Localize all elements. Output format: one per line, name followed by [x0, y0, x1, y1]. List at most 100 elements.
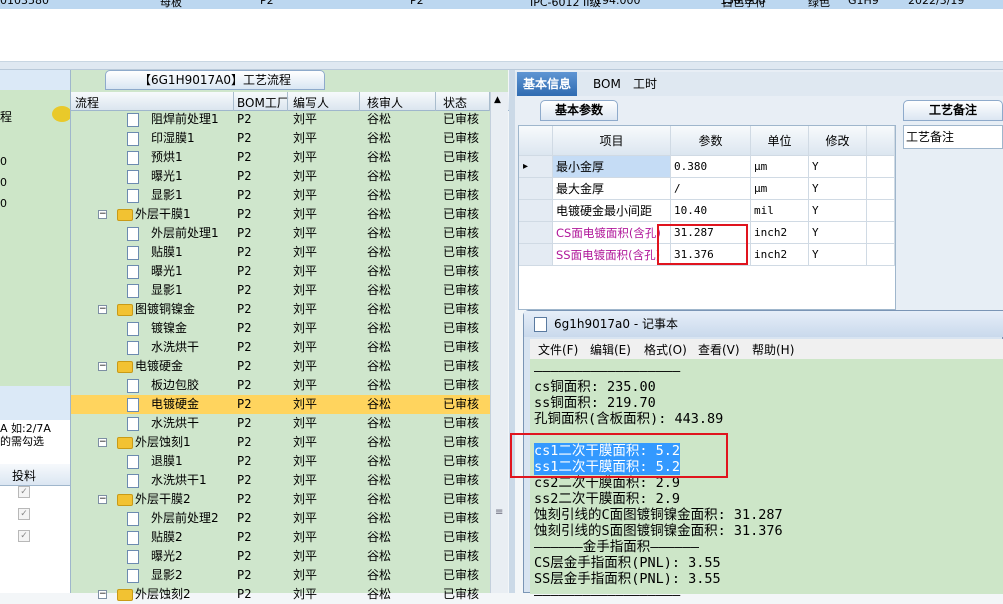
tree-status: 已审核	[443, 549, 480, 563]
param-unit[interactable]: μm	[751, 156, 809, 178]
tree-row[interactable]: 印湿膜1 P2 刘平 谷松 已审核	[71, 129, 491, 148]
col-item[interactable]: 项目	[553, 126, 671, 156]
grid-spacer-cell[interactable]	[867, 200, 895, 222]
tree-bom: P2	[237, 283, 252, 297]
tree-row[interactable]: − 外层干膜1 P2 刘平 谷松 已审核	[71, 205, 491, 224]
tree-row[interactable]: 曝光1 P2 刘平 谷松 已审核	[71, 167, 491, 186]
notepad-titlebar[interactable]: 6g1h9017a0 - 记事本	[524, 311, 1003, 337]
tab-work-hours[interactable]: 工时	[627, 72, 663, 96]
collapse-icon[interactable]: −	[98, 362, 107, 371]
tree-row[interactable]: − 电镀硬金 P2 刘平 谷松 已审核	[71, 357, 491, 376]
scroll-grip-icon[interactable]: ≡	[495, 507, 503, 518]
tree-row[interactable]: − 图镀铜镍金 P2 刘平 谷松 已审核	[71, 300, 491, 319]
menu-format[interactable]: 格式(O)	[644, 341, 687, 358]
tree-status: 已审核	[443, 321, 480, 335]
line-text: CS层金手指面积(PNL): 3.55	[534, 555, 721, 571]
tree-status: 已审核	[443, 283, 480, 297]
scroll-up-icon[interactable]: ▲	[494, 95, 501, 105]
param-modify[interactable]: Y	[809, 156, 867, 178]
tree-row[interactable]: 预烘1 P2 刘平 谷松 已审核	[71, 148, 491, 167]
tree-row[interactable]: 板边包胶 P2 刘平 谷松 已审核	[71, 376, 491, 395]
tree-row[interactable]: 阻焊前处理1 P2 刘平 谷松 已审核	[71, 110, 491, 129]
tree-row[interactable]: 镀镍金 P2 刘平 谷松 已审核	[71, 319, 491, 338]
param-modify[interactable]: Y	[809, 200, 867, 222]
grid-row-header[interactable]	[519, 178, 553, 200]
process-flow-tab[interactable]: 【6G1H9017A0】工艺流程	[105, 70, 325, 90]
tree-row[interactable]: 水洗烘干1 P2 刘平 谷松 已审核	[71, 471, 491, 490]
param-item[interactable]: CS面电镀面积(含孔)	[553, 222, 671, 244]
col-reviewer[interactable]: 核审人	[367, 94, 403, 111]
tree-row[interactable]: 外层前处理2 P2 刘平 谷松 已审核	[71, 509, 491, 528]
tree-row[interactable]: 贴膜1 P2 刘平 谷松 已审核	[71, 243, 491, 262]
col-writer[interactable]: 编写人	[293, 94, 329, 111]
col-bom[interactable]: BOM工厂	[237, 94, 289, 111]
tab-bom[interactable]: BOM	[587, 72, 627, 96]
grid-spacer-cell[interactable]	[867, 222, 895, 244]
param-unit[interactable]: μm	[751, 178, 809, 200]
tree-row[interactable]: 电镀硬金 P2 刘平 谷松 已审核	[71, 395, 491, 414]
grid-row-header[interactable]	[519, 200, 553, 222]
tree-row[interactable]: 显影1 P2 刘平 谷松 已审核	[71, 281, 491, 300]
tree-row[interactable]: 曝光2 P2 刘平 谷松 已审核	[71, 547, 491, 566]
tree-row[interactable]: 退膜1 P2 刘平 谷松 已审核	[71, 452, 491, 471]
grid-row-header[interactable]	[519, 244, 553, 266]
param-item[interactable]: SS面电镀面积(含孔)	[553, 244, 671, 266]
param-value[interactable]: 10.40	[671, 200, 751, 222]
grid-row-header[interactable]	[519, 222, 553, 244]
param-value[interactable]: /	[671, 178, 751, 200]
param-modify[interactable]: Y	[809, 178, 867, 200]
param-value[interactable]: 0.380	[671, 156, 751, 178]
splitter-bar[interactable]	[0, 62, 1003, 70]
col-modify[interactable]: 修改	[809, 126, 867, 156]
menu-view[interactable]: 查看(V)	[698, 341, 740, 358]
menu-file[interactable]: 文件(F)	[538, 341, 578, 358]
collapse-icon[interactable]: −	[98, 210, 107, 219]
feed-checkbox[interactable]: ✓	[18, 530, 30, 542]
col-status[interactable]: 状态	[443, 94, 467, 111]
col-flow[interactable]: 流程	[75, 94, 99, 111]
menu-help[interactable]: 帮助(H)	[752, 341, 794, 358]
param-item[interactable]: 最大金厚	[553, 178, 671, 200]
tree-row[interactable]: 曝光1 P2 刘平 谷松 已审核	[71, 262, 491, 281]
tree-row[interactable]: 外层前处理1 P2 刘平 谷松 已审核	[71, 224, 491, 243]
grid-spacer-cell[interactable]	[867, 156, 895, 178]
param-unit[interactable]: inch2	[751, 222, 809, 244]
tree-row[interactable]: 水洗烘干 P2 刘平 谷松 已审核	[71, 338, 491, 357]
comment-icon[interactable]	[52, 106, 72, 122]
tab-process-note[interactable]: 工艺备注	[903, 100, 1003, 121]
feed-checkbox[interactable]: ✓	[18, 508, 30, 520]
menu-edit[interactable]: 编辑(E)	[590, 341, 631, 358]
tree-row[interactable]: 贴膜2 P2 刘平 谷松 已审核	[71, 528, 491, 547]
param-modify[interactable]: Y	[809, 244, 867, 266]
tree-row[interactable]: 显影1 P2 刘平 谷松 已审核	[71, 186, 491, 205]
tree-bom: P2	[237, 131, 252, 145]
col-param[interactable]: 参数	[671, 126, 751, 156]
grid-spacer-cell[interactable]	[867, 178, 895, 200]
col-unit[interactable]: 单位	[751, 126, 809, 156]
collapse-icon[interactable]: −	[98, 438, 107, 447]
collapse-icon[interactable]: −	[98, 495, 107, 504]
feed-checkbox[interactable]: ✓	[18, 486, 30, 498]
collapse-icon[interactable]: −	[98, 305, 107, 314]
tree-step-name: 贴膜2	[151, 530, 183, 544]
tree-bom: P2	[237, 378, 252, 392]
collapse-icon[interactable]: −	[98, 590, 107, 599]
grid-spacer-cell[interactable]	[867, 244, 895, 266]
param-modify[interactable]: Y	[809, 222, 867, 244]
tree-scrollbar[interactable]: ▲ ≡	[490, 92, 508, 593]
param-item[interactable]: 电镀硬金最小间距	[553, 200, 671, 222]
top-grid[interactable]: 0103580 母板 P2 P2 IPC-6012 II级 194.000 150.000 白…	[0, 0, 1003, 62]
tree-row[interactable]: 显影2 P2 刘平 谷松 已审核	[71, 566, 491, 585]
tree-row[interactable]: − 外层干膜2 P2 刘平 谷松 已审核	[71, 490, 491, 509]
tree-row[interactable]: − 外层蚀刻2 P2 刘平 谷松 已审核	[71, 585, 491, 604]
folder-icon	[117, 361, 133, 373]
param-item[interactable]: 最小金厚	[553, 156, 671, 178]
param-unit[interactable]: mil	[751, 200, 809, 222]
tree-row[interactable]: − 外层蚀刻1 P2 刘平 谷松 已审核	[71, 433, 491, 452]
top-grid-row[interactable]: 0103580 母板 P2 P2 IPC-6012 II级 194.000 150.000 白…	[0, 0, 1003, 9]
tree-row[interactable]: 水洗烘干 P2 刘平 谷松 已审核	[71, 414, 491, 433]
tab-basic-info[interactable]: 基本信息	[517, 72, 578, 96]
tab-basic-params[interactable]: 基本参数	[540, 100, 618, 121]
grid-row-header[interactable]: ▸	[519, 156, 553, 178]
param-unit[interactable]: inch2	[751, 244, 809, 266]
